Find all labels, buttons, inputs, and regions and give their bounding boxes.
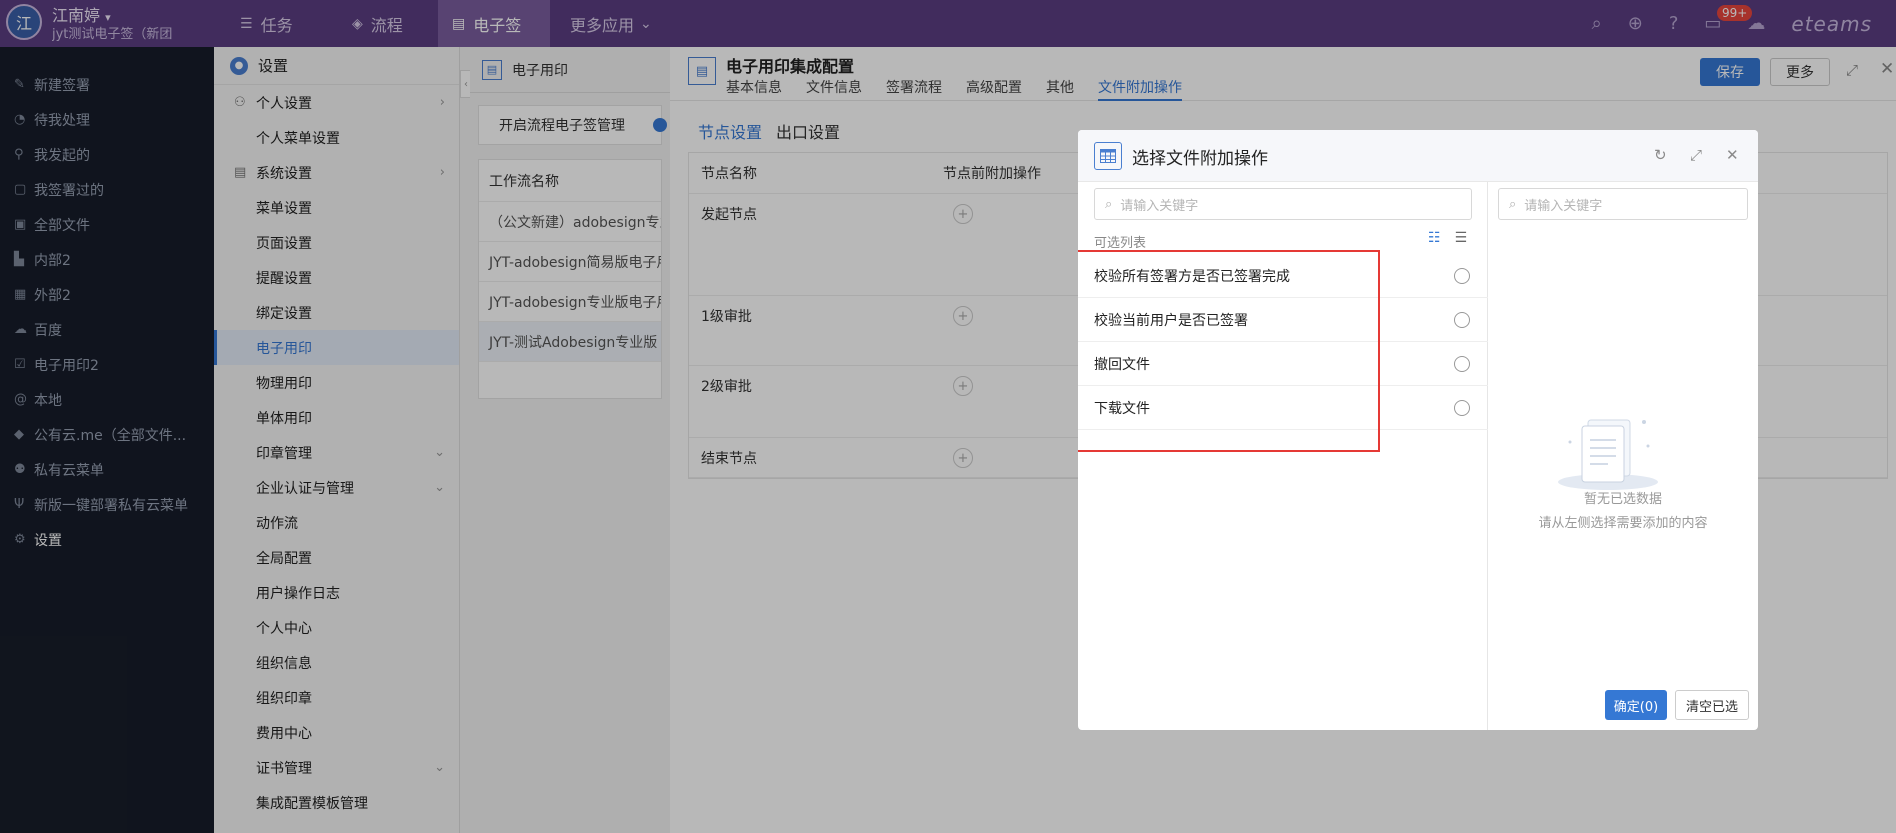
dialog-title: 选择文件附加操作: [1132, 149, 1268, 169]
radio-button[interactable]: [1454, 356, 1470, 372]
confirm-button[interactable]: 确定(0): [1605, 690, 1667, 720]
empty-title: 暂无已选数据: [1583, 492, 1662, 507]
available-list-label: 可选列表: [1094, 236, 1147, 251]
right-search-input[interactable]: ⌕ 请输入关键字: [1498, 188, 1748, 220]
dialog-header: 选择文件附加操作 ↻ ⤢ ✕: [1078, 130, 1758, 182]
close-icon[interactable]: ✕: [1726, 146, 1739, 164]
left-search-input[interactable]: ⌕ 请输入关键字: [1094, 188, 1472, 220]
available-list-pane: ⌕ 请输入关键字 可选列表 ☷ ☰ 校验所有签署方是否已签署完成 校验当前用户是…: [1078, 182, 1488, 730]
search-icon: ⌕: [1105, 196, 1113, 212]
radio-button[interactable]: [1454, 312, 1470, 328]
empty-illustration: [1548, 412, 1698, 496]
clear-selection-button[interactable]: 清空已选: [1675, 690, 1749, 720]
search-icon: ⌕: [1509, 196, 1517, 212]
table-icon: [1094, 142, 1122, 170]
list-icon[interactable]: ☰: [1455, 230, 1468, 246]
expand-icon[interactable]: ⤢: [1690, 146, 1702, 164]
radio-button[interactable]: [1454, 268, 1470, 284]
select-file-action-dialog: 选择文件附加操作 ↻ ⤢ ✕ ⌕ 请输入关键字 可选列表 ☷ ☰ 校验所有签署方…: [1078, 130, 1758, 730]
empty-document-icon: [1558, 419, 1658, 490]
list-view-toggles: ☷ ☰: [1428, 230, 1467, 246]
refresh-icon[interactable]: ↻: [1654, 146, 1667, 164]
selected-list-pane: ⌕ 请输入关键字 暂无已选数据 请从左侧选择需要添加的内容 确定(0) 清空已选: [1488, 182, 1758, 730]
radio-button[interactable]: [1454, 400, 1470, 416]
empty-state-text: 暂无已选数据 请从左侧选择需要添加的内容: [1488, 488, 1758, 536]
empty-hint: 请从左侧选择需要添加的内容: [1538, 516, 1708, 531]
checklist-icon[interactable]: ☷: [1428, 230, 1441, 246]
highlight-box: [1078, 250, 1380, 452]
